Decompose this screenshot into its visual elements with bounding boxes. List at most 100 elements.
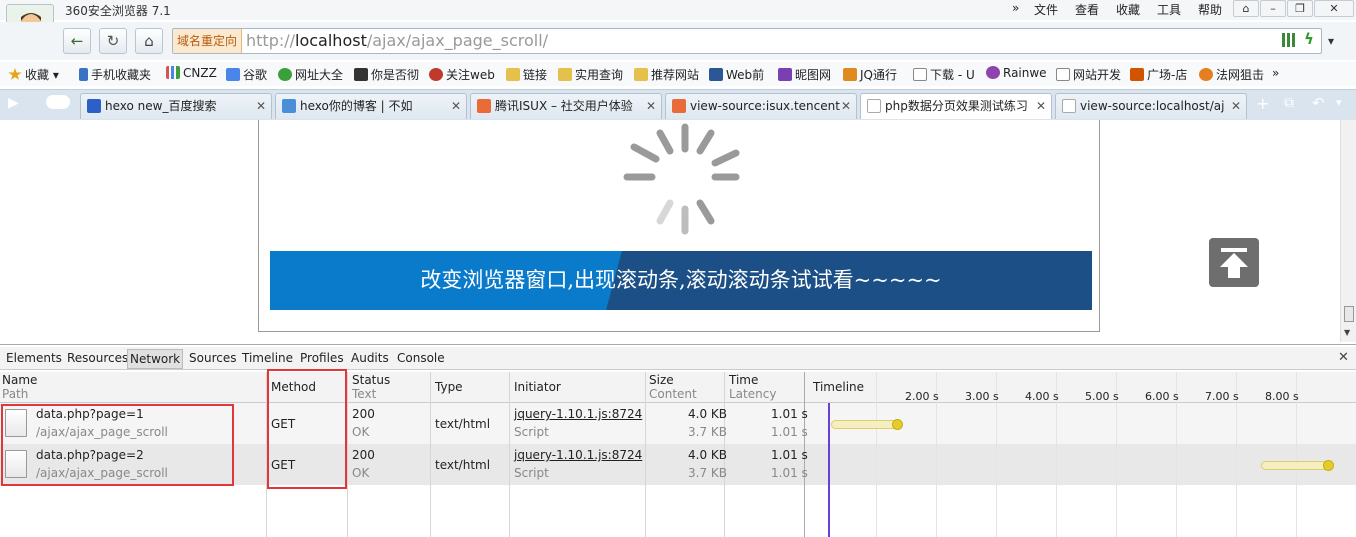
- timeline-tick: 7.00 s: [1205, 390, 1239, 403]
- tab-hexo-blog[interactable]: hexo你的博客 | 不如 ✕: [275, 93, 467, 119]
- tab-menu-chevron-icon[interactable]: ▾: [1336, 96, 1342, 109]
- timeline-tick: 3.00 s: [965, 390, 999, 403]
- jq-icon: [843, 68, 857, 81]
- timeline-tick: 4.00 s: [1025, 390, 1059, 403]
- page-scrollbar[interactable]: ▼: [1340, 120, 1356, 342]
- bookmark-folder[interactable]: 链接: [506, 66, 547, 83]
- devtools-tab-sources[interactable]: Sources: [189, 351, 236, 365]
- new-tab-icon[interactable]: +: [1256, 94, 1269, 113]
- scroll-down-icon[interactable]: ▼: [1344, 328, 1350, 337]
- back-button[interactable]: ←: [63, 28, 91, 54]
- menu-view[interactable]: 查看: [1075, 1, 1099, 18]
- timeline-bar-end: [892, 419, 903, 430]
- devtools-tab-console[interactable]: Console: [397, 351, 445, 365]
- devtools-close-icon[interactable]: ✕: [1338, 350, 1349, 365]
- column-initiator[interactable]: Initiator: [514, 380, 561, 394]
- close-window-icon[interactable]: ✕: [1314, 0, 1354, 17]
- tab-close-icon[interactable]: ✕: [646, 94, 656, 118]
- column-type[interactable]: Type: [435, 380, 463, 394]
- home-button[interactable]: ⌂: [135, 28, 163, 54]
- dropdown-chevron-icon[interactable]: ▾: [1328, 29, 1344, 53]
- minimize-icon[interactable]: –: [1260, 0, 1286, 17]
- tab-list-icon[interactable]: ⧉: [1284, 95, 1294, 111]
- bookmark-folder[interactable]: 推荐网站: [634, 66, 699, 83]
- bookmark-item[interactable]: Rainwe: [986, 66, 1047, 80]
- back-arrow-icon: ←: [70, 32, 84, 50]
- tab-view-source-isux[interactable]: view-source:isux.tencent ✕: [665, 93, 857, 119]
- tab-view-source-localhost[interactable]: view-source:localhost/aj ✕: [1055, 93, 1247, 119]
- sidebar-toggle-icon[interactable]: ▶: [8, 95, 19, 111]
- timeline-bar[interactable]: [831, 420, 901, 429]
- page-icon: [867, 99, 881, 113]
- timeline-tick: 2.00 s: [905, 390, 939, 403]
- bookmark-item[interactable]: 网址大全: [278, 66, 343, 83]
- menu-help[interactable]: 帮助: [1198, 1, 1222, 18]
- menu-tools[interactable]: 工具: [1157, 1, 1181, 18]
- request-type: text/html: [435, 417, 491, 431]
- column-time[interactable]: Time: [729, 373, 758, 387]
- tab-close-icon[interactable]: ✕: [451, 94, 461, 118]
- column-name[interactable]: Name: [2, 373, 37, 387]
- bookmark-item[interactable]: Web前: [709, 66, 764, 83]
- bookmark-item[interactable]: 你是否彻: [354, 66, 419, 83]
- bookmark-item[interactable]: JQ通行: [843, 66, 897, 83]
- tab-php-pagination[interactable]: php数据分页效果测试练习 ✕: [860, 93, 1052, 119]
- bookmark-item[interactable]: 昵图网: [778, 66, 831, 83]
- bookmark-item[interactable]: CNZZ: [166, 66, 217, 80]
- bookmark-favorites[interactable]: 收藏 ▾: [8, 66, 59, 83]
- bookmark-item[interactable]: 关注web: [429, 66, 495, 83]
- devtools-tab-timeline[interactable]: Timeline: [242, 351, 293, 365]
- skin-icon[interactable]: ⌂: [1233, 0, 1259, 17]
- bookmark-item[interactable]: 网站开发: [1056, 66, 1121, 83]
- lightning-icon[interactable]: ϟ: [1304, 30, 1314, 48]
- column-latency: Latency: [729, 387, 777, 401]
- request-status: 200: [352, 407, 375, 421]
- app-title: 360安全浏览器 7.1: [65, 4, 171, 18]
- isux-icon: [672, 99, 686, 113]
- bookmark-folder[interactable]: 实用查询: [558, 66, 623, 83]
- bookmark-item[interactable]: 谷歌: [226, 66, 267, 83]
- tab-close-icon[interactable]: ✕: [256, 94, 266, 118]
- load-event-marker: [828, 403, 830, 537]
- devtools-tab-resources[interactable]: Resources: [67, 351, 128, 365]
- bookmark-item[interactable]: 手机收藏夹: [79, 66, 151, 83]
- baidu-icon: [87, 99, 101, 113]
- column-size[interactable]: Size: [649, 373, 674, 387]
- folder-icon: [506, 68, 520, 81]
- bookmarks-more-icon[interactable]: »: [1272, 66, 1279, 80]
- refresh-button[interactable]: ↻: [99, 28, 127, 54]
- site-icon: [282, 99, 296, 113]
- tab-close-icon[interactable]: ✕: [1231, 94, 1241, 118]
- arrow-up-icon: [1220, 248, 1248, 278]
- request-initiator-link[interactable]: jquery-1.10.1.js:8724: [514, 407, 642, 421]
- devtools-tab-audits[interactable]: Audits: [351, 351, 389, 365]
- bookmark-item[interactable]: 法网狙击: [1199, 66, 1264, 83]
- tab-close-icon[interactable]: ✕: [841, 94, 851, 118]
- back-to-top-button[interactable]: [1209, 238, 1259, 287]
- devtools-tab-profiles[interactable]: Profiles: [300, 351, 344, 365]
- qrcode-icon[interactable]: [1282, 33, 1296, 47]
- timeline-tick: 8.00 s: [1265, 390, 1299, 403]
- bookmark-item[interactable]: 广场-店: [1130, 66, 1187, 83]
- menu-more-icon[interactable]: »: [1012, 1, 1019, 15]
- tab-close-icon[interactable]: ✕: [1036, 94, 1046, 118]
- folder-icon: [558, 68, 572, 81]
- request-initiator-link[interactable]: jquery-1.10.1.js:8724: [514, 448, 642, 462]
- restore-icon[interactable]: ❐: [1287, 0, 1313, 17]
- menu-favorites[interactable]: 收藏: [1116, 1, 1140, 18]
- scrollbar-thumb[interactable]: [1344, 306, 1354, 322]
- tab-isux[interactable]: 腾讯ISUX – 社交用户体验 ✕: [470, 93, 662, 119]
- column-status[interactable]: Status: [352, 373, 390, 387]
- bookmark-item[interactable]: 下载 - U: [913, 66, 975, 83]
- menu-file[interactable]: 文件: [1034, 1, 1058, 18]
- devtools-tab-network[interactable]: Network: [127, 349, 184, 369]
- doc-icon: [1056, 68, 1070, 81]
- redirect-badge[interactable]: 域名重定向: [173, 29, 243, 53]
- undo-close-tab-icon[interactable]: ↶: [1312, 94, 1325, 112]
- devtools-tab-elements[interactable]: Elements: [6, 351, 62, 365]
- column-timeline[interactable]: Timeline: [813, 380, 864, 394]
- cloud-icon[interactable]: [46, 95, 70, 109]
- tab-hexo-search[interactable]: hexo new_百度搜索 ✕: [80, 93, 272, 119]
- url-text[interactable]: http://localhost/ajax/ajax_page_scroll/: [246, 31, 548, 50]
- store-icon: [1130, 68, 1144, 81]
